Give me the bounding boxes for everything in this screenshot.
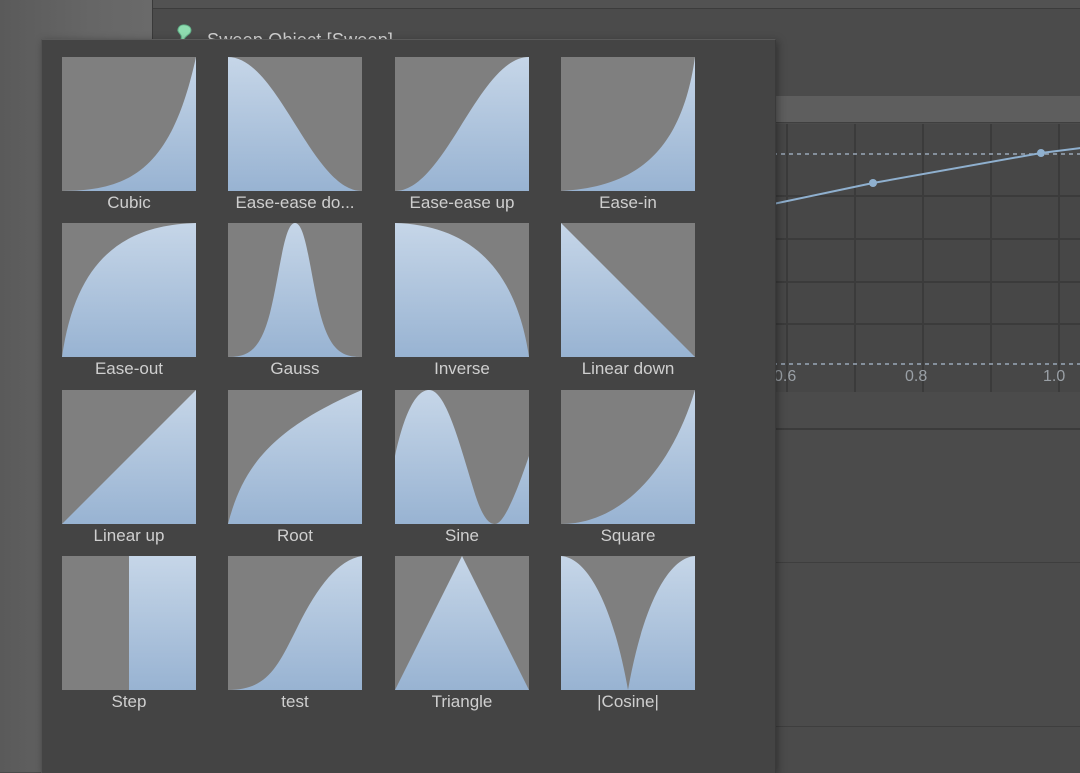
preset-step[interactable]: Step <box>62 556 196 712</box>
linear-up-curve-icon <box>62 390 196 524</box>
preset-triangle[interactable]: Triangle <box>395 556 529 712</box>
preset-label: Step <box>111 692 147 711</box>
ease-out-curve-icon <box>62 223 196 357</box>
preset-label: Linear up <box>93 526 165 545</box>
linear-down-curve-icon <box>561 223 695 357</box>
abs-cosine-curve-icon <box>561 556 695 690</box>
preset-cubic[interactable]: Cubic <box>62 57 196 213</box>
step-curve-icon <box>62 556 196 690</box>
attribute-editor-toolbar <box>153 0 1080 9</box>
preset-label: Cubic <box>107 193 151 212</box>
preset-test[interactable]: test <box>228 556 362 712</box>
preset-abs-cosine[interactable]: |Cosine| <box>561 556 695 712</box>
graph-tick-label: 0.6 <box>774 368 797 385</box>
preset-sine[interactable]: Sine <box>395 390 529 546</box>
graph-tick-label: 1.0 <box>1043 368 1066 385</box>
root-curve-icon <box>228 390 362 524</box>
inverse-curve-icon <box>395 223 529 357</box>
preset-gauss[interactable]: Gauss <box>228 223 362 379</box>
preset-ease-out[interactable]: Ease-out <box>62 223 196 379</box>
preset-ease-ease-down[interactable]: Ease-ease do... <box>228 57 362 213</box>
test-curve-icon <box>228 556 362 690</box>
preset-ease-ease-up[interactable]: Ease-ease up <box>395 57 529 213</box>
preset-label: Square <box>600 526 656 545</box>
preset-label: Triangle <box>431 692 493 711</box>
preset-linear-up[interactable]: Linear up <box>62 390 196 546</box>
preset-ease-in[interactable]: Ease-in <box>561 57 695 213</box>
curve-point[interactable] <box>869 179 877 187</box>
preset-label: Gauss <box>270 359 320 378</box>
preset-label: Ease-out <box>94 359 164 378</box>
preset-label: |Cosine| <box>597 692 659 711</box>
preset-label: Ease-ease up <box>409 193 515 212</box>
preset-inverse[interactable]: Inverse <box>395 223 529 379</box>
preset-square[interactable]: Square <box>561 390 695 546</box>
curve-preset-popup: Cubic Ease-ease do... Ease-ease up Ease-… <box>41 39 776 773</box>
preset-label: Ease-in <box>599 193 657 212</box>
preset-label: Ease-ease do... <box>235 193 355 212</box>
preset-label: Sine <box>444 526 480 545</box>
gauss-curve-icon <box>228 223 362 357</box>
spline-graph[interactable] <box>773 124 1080 392</box>
curve-point[interactable] <box>1037 149 1045 157</box>
graph-tick-label: 0.8 <box>905 368 928 385</box>
ease-ease-down-curve-icon <box>228 57 362 191</box>
preset-label: Root <box>277 526 313 545</box>
sine-curve-icon <box>395 390 529 524</box>
ease-in-curve-icon <box>561 57 695 191</box>
preset-label: Inverse <box>434 359 490 378</box>
preset-linear-down[interactable]: Linear down <box>561 223 695 379</box>
ease-ease-up-curve-icon <box>395 57 529 191</box>
graph-divider <box>773 428 1080 430</box>
triangle-curve-icon <box>395 556 529 690</box>
cubic-curve-icon <box>62 57 196 191</box>
preset-root[interactable]: Root <box>228 390 362 546</box>
preset-label: test <box>281 692 309 711</box>
square-curve-icon <box>561 390 695 524</box>
preset-label: Linear down <box>581 359 675 378</box>
